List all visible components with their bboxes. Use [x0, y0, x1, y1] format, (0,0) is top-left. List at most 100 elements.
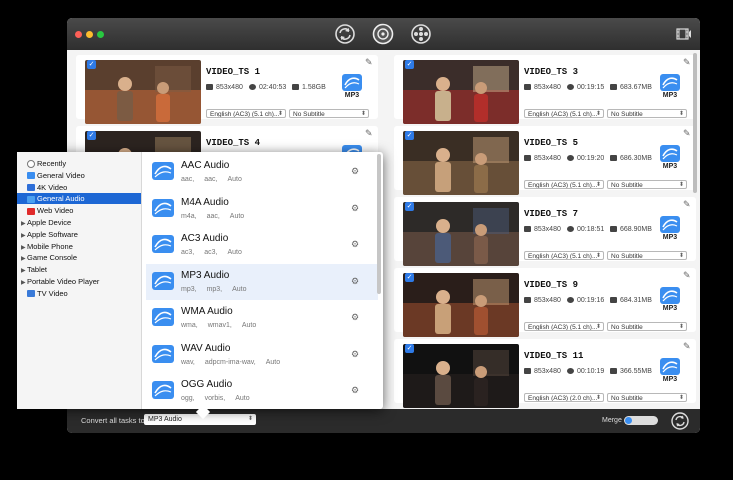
convert-dvd-icon[interactable]: [372, 23, 394, 45]
convert-disc-icon[interactable]: [410, 23, 432, 45]
audio-format-icon: [660, 358, 680, 375]
format-item-wma[interactable]: WMA Audio wma, wmav1, Auto ⚙: [146, 300, 378, 336]
audio-track-select[interactable]: English (AC3) (5.1 ch)...: [524, 322, 604, 331]
output-format-badge[interactable]: MP3: [657, 286, 683, 316]
video-duration: 00:19:16: [567, 297, 604, 304]
category-tablet[interactable]: ▶Tablet: [17, 264, 141, 275]
audio-track-select[interactable]: English (AC3) (2.0 ch)...: [524, 393, 604, 402]
video-card[interactable]: ✓ VIDEO_TS 9 853x480 00:19:16 684.31MB M…: [394, 268, 696, 337]
edit-icon[interactable]: ✎: [683, 271, 692, 280]
output-format-badge[interactable]: MP3: [657, 215, 683, 245]
video-size: 366.55MB: [610, 368, 652, 375]
download-icon: [610, 297, 617, 304]
output-format-badge[interactable]: MP3: [657, 357, 683, 387]
audio-track-select[interactable]: English (AC3) (5.1 ch)...: [524, 251, 604, 260]
download-icon: [610, 368, 617, 375]
audio-track-select[interactable]: English (AC3) (5.1 ch)...: [524, 109, 604, 118]
output-format-badge[interactable]: MP3: [657, 144, 683, 174]
audio-format-icon: [342, 74, 362, 91]
audio-track-select[interactable]: English (AC3) (5.1 ch)...: [206, 109, 286, 118]
video-checkbox[interactable]: ✓: [405, 344, 414, 353]
audio-format-icon: [151, 271, 175, 291]
edit-icon[interactable]: ✎: [365, 58, 374, 67]
video-card[interactable]: ✓ VIDEO_TS 5 853x480 00:19:20 686.30MB M…: [394, 126, 696, 195]
video-checkbox[interactable]: ✓: [87, 131, 96, 140]
video-title: VIDEO_TS 11: [524, 351, 584, 361]
gear-icon[interactable]: ⚙: [351, 349, 360, 359]
format-list-scrollbar[interactable]: [377, 154, 381, 294]
format-item-m4a[interactable]: M4A Audio m4a, aac, Auto ⚙: [146, 191, 378, 227]
category-apple-device[interactable]: ▶Apple Device: [17, 217, 141, 228]
close-window-button[interactable]: [75, 31, 82, 38]
category-mobile-phone[interactable]: ▶Mobile Phone: [17, 241, 141, 252]
download-icon: [610, 155, 617, 162]
category-general-video[interactable]: General Video: [17, 170, 141, 181]
gear-icon[interactable]: ⚙: [351, 386, 360, 395]
category-recently[interactable]: Recently: [17, 158, 141, 169]
video-size: 686.30MB: [610, 155, 652, 162]
minimize-window-button[interactable]: [86, 31, 93, 38]
gear-icon[interactable]: ⚙: [351, 203, 360, 213]
convert-all-label: Convert all tasks to: [81, 416, 145, 425]
edit-icon[interactable]: ✎: [683, 200, 692, 209]
video-duration: 00:19:20: [567, 155, 604, 162]
video-resolution: 853x480: [206, 84, 243, 91]
video-card[interactable]: ✓ VIDEO_TS 11 853x480 00:10:19 366.55MB …: [394, 339, 696, 408]
edit-icon[interactable]: ✎: [683, 129, 692, 138]
audio-format-icon: [660, 287, 680, 304]
gear-icon[interactable]: ⚙: [351, 313, 360, 322]
convert-video-icon[interactable]: [334, 23, 356, 45]
subtitle-select[interactable]: No Subtitle: [607, 251, 687, 260]
video-card[interactable]: ✓ VIDEO_TS 7 853x480 00:18:51 668.90MB M…: [394, 197, 696, 266]
video-checkbox[interactable]: ✓: [405, 273, 414, 282]
video-title: VIDEO_TS 1: [206, 67, 261, 77]
category-4k-video[interactable]: 4K Video: [17, 182, 141, 193]
gear-icon[interactable]: ⚙: [351, 240, 360, 249]
video-size: 683.67MB: [610, 84, 652, 91]
convert-start-button[interactable]: [671, 412, 689, 430]
subtitle-select[interactable]: No Subtitle: [607, 180, 687, 189]
format-name: M4A Audio: [181, 196, 229, 208]
list-scrollbar[interactable]: [693, 53, 697, 393]
merge-toggle[interactable]: [624, 416, 658, 425]
subtitle-select[interactable]: No Subtitle: [607, 393, 687, 402]
video-checkbox[interactable]: ✓: [87, 60, 96, 69]
subtitle-select[interactable]: No Subtitle: [289, 109, 369, 118]
video-resolution: 853x480: [524, 155, 561, 162]
add-video-icon[interactable]: [676, 26, 692, 42]
audio-format-icon: [151, 380, 175, 400]
video-card[interactable]: ✓ VIDEO_TS 3 853x480 00:19:15 683.67MB M…: [394, 55, 696, 124]
video-checkbox[interactable]: ✓: [405, 60, 414, 69]
category-game-console[interactable]: ▶Game Console: [17, 252, 141, 263]
video-title: VIDEO_TS 5: [524, 138, 579, 148]
category-portable-video-player[interactable]: ▶Portable Video Player: [17, 276, 141, 287]
output-format-badge[interactable]: MP3: [339, 73, 365, 103]
format-name: AAC Audio: [181, 160, 230, 171]
output-format-badge[interactable]: MP3: [657, 73, 683, 103]
edit-icon[interactable]: ✎: [683, 58, 692, 67]
video-checkbox[interactable]: ✓: [405, 131, 414, 140]
gear-icon[interactable]: ⚙: [351, 276, 360, 286]
category-apple-software[interactable]: ▶Apple Software: [17, 229, 141, 240]
edit-icon[interactable]: ✎: [365, 129, 374, 138]
format-spec: aac, aac, Auto: [181, 176, 242, 183]
format-item-wav[interactable]: WAV Audio wav, adpcm-ima-wav, Auto ⚙: [146, 337, 378, 373]
clock-icon: [567, 84, 574, 91]
format-item-ac3[interactable]: AC3 Audio ac3, ac3, Auto ⚙: [146, 227, 378, 263]
format-item-ogg[interactable]: OGG Audio ogg, vorbis, Auto ⚙: [146, 373, 378, 409]
format-item-aac[interactable]: AAC Audio aac, aac, Auto ⚙: [146, 154, 378, 190]
video-duration: 00:10:19: [567, 368, 604, 375]
format-item-mp3[interactable]: MP3 Audio mp3, mp3, Auto ⚙: [146, 263, 378, 300]
audio-track-select[interactable]: English (AC3) (5.1 ch)...: [524, 180, 604, 189]
video-card[interactable]: ✓ VIDEO_TS 1 853x480 02:40:53 1.58GB MP3: [76, 55, 378, 124]
maximize-window-button[interactable]: [97, 31, 104, 38]
category-web-video[interactable]: Web Video: [17, 205, 141, 216]
resolution-icon: [524, 155, 531, 162]
edit-icon[interactable]: ✎: [683, 342, 692, 351]
category-tv-video[interactable]: TV Video: [17, 288, 141, 299]
category-general-audio[interactable]: General Audio: [17, 193, 141, 205]
video-checkbox[interactable]: ✓: [405, 202, 414, 211]
gear-icon[interactable]: ⚙: [351, 167, 360, 176]
subtitle-select[interactable]: No Subtitle: [607, 109, 687, 118]
subtitle-select[interactable]: No Subtitle: [607, 322, 687, 331]
